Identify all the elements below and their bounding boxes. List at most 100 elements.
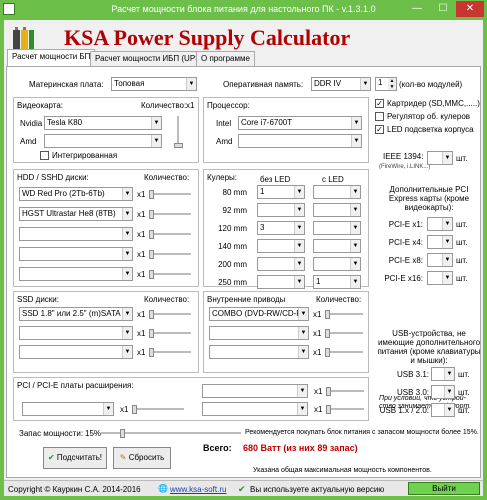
ssd-select[interactable]: SSD 1.8" или 2.5" (m)SATA ▼ — [19, 307, 133, 321]
hdd-title: HDD / SSHD диски: — [17, 173, 89, 182]
ssd-qty-slider[interactable] — [149, 310, 191, 319]
ssd-qty-slider[interactable] — [149, 329, 191, 338]
margin-slider[interactable] — [101, 429, 241, 438]
maximize-button[interactable]: ☐ — [430, 1, 456, 17]
gpu-qty-value: x1 — [186, 101, 195, 110]
cooler-led-select[interactable]: ▼ — [313, 203, 361, 217]
amd-cpu-select[interactable]: ▼ — [238, 134, 362, 148]
drive-select[interactable]: COMBO (DVD-RW/CD-R ▼ — [209, 307, 309, 321]
cooler-no-led-select[interactable]: ▼ — [257, 257, 305, 271]
cooler-no-led-select[interactable]: 1 ▼ — [257, 185, 305, 199]
calculate-button[interactable]: ✔ Подсчитать! — [43, 447, 107, 469]
pci-qty-1: x1 — [120, 405, 129, 414]
motherboard-select[interactable]: Топовая ▼ — [111, 77, 197, 91]
cooler-size-label: 92 mm — [222, 206, 247, 215]
cooler-no-led-select[interactable]: 3 ▼ — [257, 221, 305, 235]
drive-qty-slider[interactable] — [325, 310, 363, 319]
usb-select[interactable]: ▼ — [431, 403, 455, 417]
drive-qty: x1 — [313, 329, 322, 338]
hdd-select[interactable]: WD Red Pro (2Tb-6Tb) ▼ — [19, 187, 133, 201]
card-reader-checkbox[interactable]: ✓ — [375, 99, 384, 108]
hdd-qty-slider[interactable] — [149, 210, 191, 219]
pci-qty-slider-1[interactable] — [132, 405, 184, 414]
website-link[interactable]: www.ksa-soft.ru — [170, 485, 226, 494]
pcie-card-label: PCI-E x16: — [384, 274, 423, 283]
usb-label: USB 3.1: — [396, 370, 429, 379]
drive-select[interactable]: ▼ — [209, 345, 309, 359]
ieee1394-select[interactable]: ▼ — [427, 151, 453, 165]
cooler-no-led-select[interactable]: ▼ — [257, 275, 305, 289]
pci-title: PCI / PCI-E платы расширения: — [17, 381, 134, 390]
gpu-qty-label: Количество: — [141, 101, 187, 110]
pcie-card-select[interactable]: ▼ — [427, 271, 453, 285]
pcie-card-select[interactable]: ▼ — [427, 253, 453, 267]
fan-controller-checkbox[interactable] — [375, 112, 384, 121]
hdd-select[interactable]: ▼ — [19, 227, 133, 241]
usb-select[interactable]: ▼ — [431, 367, 455, 381]
cooler-size-label: 80 mm — [222, 188, 247, 197]
cooler-led-select[interactable]: ▼ — [313, 221, 361, 235]
nvidia-gpu-select[interactable]: Tesla K80 ▼ — [44, 116, 162, 130]
tab-psu-calc[interactable]: Расчет мощности БП — [7, 49, 96, 67]
usb-label: USB 1.x / 2.0: — [379, 406, 429, 415]
drive-qty-slider[interactable] — [325, 329, 363, 338]
hdd-qty-slider[interactable] — [149, 190, 191, 199]
pci-qty-3: x1 — [314, 405, 323, 414]
drive-qty-slider[interactable] — [325, 348, 363, 357]
cooler-led-select[interactable]: ▼ — [313, 239, 361, 253]
update-status-text: Вы используете актуальную версию — [250, 485, 385, 494]
hdd-qty: x1 — [137, 230, 146, 239]
cooler-led-select[interactable]: ▼ — [313, 185, 361, 199]
close-button[interactable]: ✕ — [456, 1, 484, 17]
gpu-qty-slider[interactable] — [174, 116, 183, 148]
pci-qty-slider-2[interactable] — [326, 387, 364, 396]
reset-icon: ✎ — [119, 453, 127, 462]
ssd-select[interactable]: ▼ — [19, 326, 133, 340]
drives-title: Внутренние приводы — [207, 295, 286, 304]
amd-gpu-select[interactable]: ▼ — [44, 134, 162, 148]
cooler-led-select[interactable]: 1 ▼ — [313, 275, 361, 289]
ram-count-spinner[interactable]: 1 ▲ ▼ — [375, 77, 397, 91]
hdd-qty-slider[interactable] — [149, 250, 191, 259]
pci-select-2[interactable]: ▼ — [202, 384, 308, 398]
ieee1394-label: IEEE 1394: — [383, 152, 424, 161]
usb-select[interactable]: ▼ — [431, 385, 455, 399]
drive-select[interactable]: ▼ — [209, 326, 309, 340]
pcie-card-unit: шт. — [456, 256, 468, 265]
led-lighting-checkbox[interactable]: ✓ — [375, 125, 384, 134]
tab-ups-calc[interactable]: Расчет мощности ИБП (UPS) — [90, 51, 209, 67]
ssd-qty: x1 — [137, 310, 146, 319]
pci-qty-slider-3[interactable] — [326, 405, 364, 414]
pci-select-3[interactable]: ▼ — [202, 402, 308, 416]
hdd-qty-slider[interactable] — [149, 270, 191, 279]
pci-select-1[interactable]: ▼ — [22, 402, 114, 416]
ssd-qty-slider[interactable] — [149, 348, 191, 357]
gpu-group: Видеокарта: Количество: x1 Nvidia Tesla … — [13, 97, 199, 163]
hdd-qty-slider[interactable] — [149, 230, 191, 239]
coolers-no-led-header: без LED — [260, 175, 291, 184]
cpu-title: Процессор: — [207, 101, 250, 110]
cooler-no-led-select[interactable]: ▼ — [257, 203, 305, 217]
hdd-select[interactable]: ▼ — [19, 247, 133, 261]
ram-type-select[interactable]: DDR IV ▼ — [311, 77, 371, 91]
update-ok-icon: ✔ — [238, 484, 246, 494]
tab-about[interactable]: О программе — [196, 51, 255, 67]
pcie-card-select[interactable]: ▼ — [427, 235, 453, 249]
ieee1394-unit: шт. — [456, 154, 468, 163]
ssd-select[interactable]: ▼ — [19, 345, 133, 359]
integrated-gpu-checkbox[interactable] — [40, 151, 49, 160]
margin-label: Запас мощности: — [19, 429, 84, 438]
hdd-select[interactable]: ▼ — [19, 267, 133, 281]
pcie-card-select[interactable]: ▼ — [427, 217, 453, 231]
reset-button[interactable]: ✎ Сбросить — [113, 447, 171, 469]
ieee1394-sublabel: (FireWire, i.LINK...) — [379, 164, 431, 170]
minimize-button[interactable]: — — [404, 1, 430, 17]
coolers-led-header: с LED — [322, 175, 344, 184]
hdd-select[interactable]: HGST Ultrastar He8 (8TB) ▼ — [19, 207, 133, 221]
usb-label: USB 3.0: — [396, 388, 429, 397]
exit-button[interactable]: Выйти — [408, 482, 480, 495]
cooler-led-select[interactable]: ▼ — [313, 257, 361, 271]
cooler-no-led-select[interactable]: ▼ — [257, 239, 305, 253]
intel-cpu-select[interactable]: Core i7-6700T ▼ — [238, 116, 362, 130]
ssd-qty: x1 — [137, 329, 146, 338]
